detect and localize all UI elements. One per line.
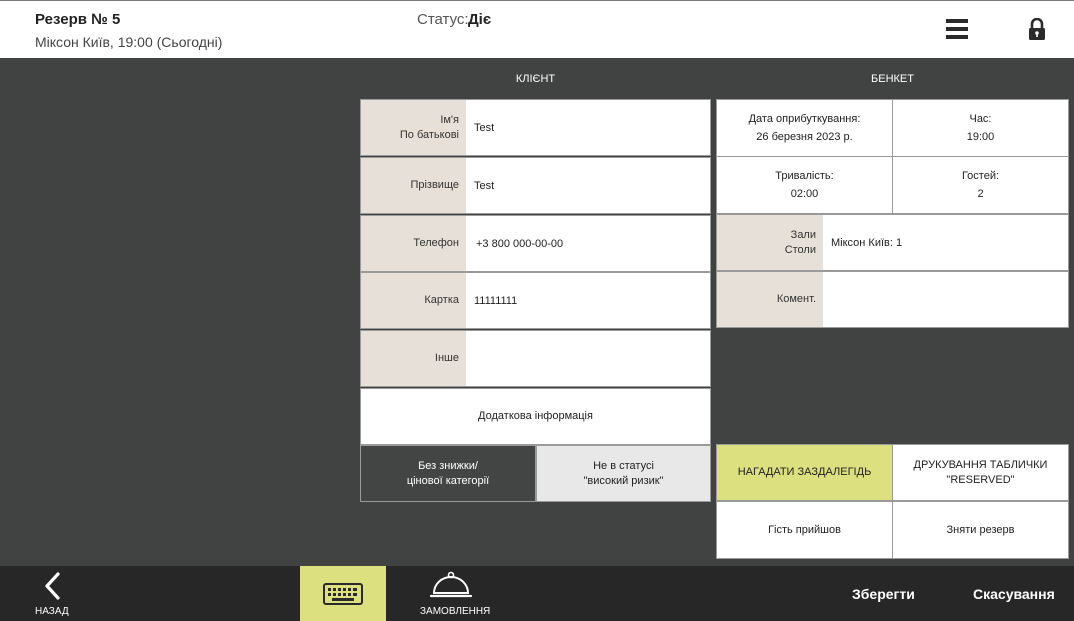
no-discount-button[interactable]: Без знижки/цінової категорії (360, 445, 536, 502)
hamburger-menu-icon[interactable] (946, 19, 968, 39)
guests-cell[interactable]: Гостей: 2 (892, 156, 1069, 214)
other-label: Інше (361, 331, 466, 386)
reservation-title: Резерв № 5 (35, 11, 121, 28)
other-row: Інше (360, 330, 711, 387)
other-field[interactable] (466, 331, 710, 386)
header-bar: Резерв № 5 Міксон Київ, 19:00 (Сьогодні)… (0, 0, 1074, 58)
phone-row: Телефон +3 800 000-00-00 (360, 215, 711, 272)
halls-label: Зали Столи (717, 215, 823, 270)
time-cell[interactable]: Час: 19:00 (892, 99, 1069, 157)
time-label: Час: (969, 113, 992, 125)
remove-reserve-button[interactable]: Зняти резерв (892, 501, 1069, 559)
duration-value: 02:00 (790, 188, 819, 200)
name-field[interactable]: Test (466, 100, 710, 155)
remind-in-advance-button[interactable]: НАГАДАТИ ЗАЗДАЛЕГІДЬ (716, 444, 893, 501)
guest-arrived-button[interactable]: Гість прийшов (716, 501, 893, 559)
name-row: Ім'я По батькові Test (360, 99, 711, 156)
client-section-title: КЛІЄНТ (515, 73, 556, 85)
halls-field[interactable]: Міксон Київ: 1 (823, 215, 1068, 270)
cloche-icon (429, 571, 473, 598)
not-high-risk-button[interactable]: Не в статусі "високий ризик" (536, 445, 711, 502)
keyboard-icon (323, 582, 363, 605)
comment-field[interactable] (823, 272, 1068, 327)
card-row: Картка 11111111 (360, 272, 711, 329)
guests-label: Гостей: (961, 170, 1000, 182)
guests-value: 2 (977, 188, 984, 200)
card-label: Картка (361, 273, 466, 328)
order-label[interactable]: ЗАМОВЛЕННЯ (420, 606, 490, 617)
keyboard-button[interactable] (300, 566, 386, 621)
phone-field[interactable]: +3 800 000-00-00 (466, 216, 710, 271)
surname-field[interactable]: Test (466, 158, 710, 213)
phone-label: Телефон (361, 216, 466, 271)
duration-label: Тривалість: (775, 170, 834, 182)
status-value: Діє (468, 11, 492, 28)
reservation-subtitle: Міксон Київ, 19:00 (Сьогодні) (35, 34, 223, 50)
surname-label: Прізвище (361, 158, 466, 213)
name-label: Ім'я По батькові (361, 100, 466, 155)
banquet-section-title: БЕНКЕТ (871, 73, 914, 85)
chevron-left-icon (45, 572, 60, 600)
booking-date-label: Дата оприбуткування: (748, 113, 861, 125)
time-value: 19:00 (966, 131, 995, 143)
status-label: Статус: (417, 11, 469, 28)
booking-date-value: 26 березня 2023 р. (756, 131, 853, 143)
card-field[interactable]: 11111111 (466, 273, 710, 328)
comment-label: Комент. (717, 272, 823, 327)
save-button[interactable]: Зберегти (852, 586, 915, 602)
comment-row: Комент. (716, 271, 1069, 328)
print-reserved-sign-button[interactable]: ДРУКУВАННЯ ТАБЛИЧКИ "RESERVED" (892, 444, 1069, 501)
surname-row: Прізвище Test (360, 157, 711, 214)
cancel-button[interactable]: Скасування (973, 586, 1055, 602)
halls-row: Зали Столи Міксон Київ: 1 (716, 214, 1069, 271)
booking-date-cell[interactable]: Дата оприбуткування: 26 березня 2023 р. (716, 99, 893, 157)
additional-info-button[interactable]: Додаткова інформація (360, 388, 711, 445)
duration-cell[interactable]: Тривалість: 02:00 (716, 156, 893, 214)
back-label[interactable]: НАЗАД (35, 606, 69, 617)
lock-icon[interactable] (1028, 17, 1046, 41)
